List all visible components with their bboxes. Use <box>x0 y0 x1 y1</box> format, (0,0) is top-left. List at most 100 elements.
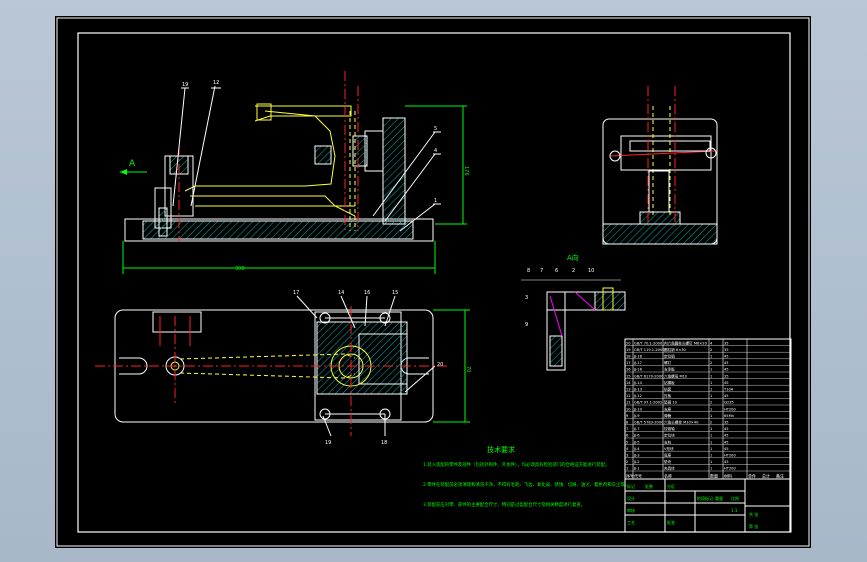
bom-cell: JJ-2 <box>633 460 640 464</box>
balloon-front-3: 5 <box>434 126 437 132</box>
bom-cell: 1 <box>710 394 712 398</box>
bom-cell: HT200 <box>724 407 736 411</box>
balloon-side-3: 6 <box>555 268 558 274</box>
bom-header-cell: 代号 <box>634 473 642 479</box>
balloon-side-1: 8 <box>527 268 530 274</box>
tech-title: 技术要求 <box>487 445 515 454</box>
bom-cell: 弹簧 <box>664 413 672 418</box>
bom-cell: T10A <box>723 388 734 392</box>
balloon-top-2: 14 <box>338 290 344 296</box>
bom-cell: 钻套 <box>664 387 672 392</box>
bom-cell: 支承板 <box>664 367 675 372</box>
bom-header-cell: 材料 <box>724 473 732 479</box>
bom-cell: 夹具体 <box>664 466 675 471</box>
bom-cell: JJ-14 <box>633 381 643 385</box>
bom-cell: 45 <box>724 447 729 451</box>
bom-cell: 10 <box>626 407 631 411</box>
bom-cell: JJ-1 <box>633 467 640 471</box>
bom-cell: JJ-12 <box>633 394 642 398</box>
bom-table: 20 GB/T 70.1-2000 内六角圆柱头螺钉 M6×20 4 3519 GB/T … <box>624 338 792 480</box>
top-view <box>95 295 470 437</box>
title-block-cell: 阶段标记 <box>697 495 713 501</box>
view-a <box>521 279 626 371</box>
bom-cell: 垫块 <box>664 459 672 464</box>
balloon-top-3: 16 <box>364 290 370 296</box>
tech-line-2: 2.零件在装配前必须清理和清洗干净，不得有毛刺、飞边、氧化皮、锈蚀、切屑、油污、… <box>423 481 629 488</box>
bom-cell: 圆柱销 6×30 <box>664 347 687 352</box>
drawing-sheet: A 390 176 19 12 5 4 1 A向 8 7 6 2 10 3 9 <box>56 17 810 547</box>
title-block: 标记 处数 分区设计审核工艺 批准 阶段标记 重量 比例 1:1 共 张第 张 <box>624 478 792 533</box>
view-a-title: A向 <box>567 253 579 262</box>
bom-cell: 14 <box>626 381 631 385</box>
bom-cell: 11 <box>626 401 631 405</box>
bom-cell: 45 <box>724 361 729 365</box>
bom-cell: 1 <box>710 447 712 451</box>
bom-cell: 35 <box>724 374 729 378</box>
title-block-cell: 比例 <box>731 495 739 501</box>
bom-header-cell: 单件 <box>748 473 756 479</box>
title-block-cell: 设计 <box>627 495 635 501</box>
bom-cell: 1 <box>626 467 628 471</box>
bom-cell: JJ-7 <box>633 427 640 431</box>
cad-viewport[interactable]: A 390 176 19 12 5 4 1 A向 8 7 6 2 10 3 9 <box>55 16 811 548</box>
bom-cell: JJ-17 <box>633 361 642 365</box>
balloon-side-4: 2 <box>572 268 575 274</box>
bom-cell: 45 <box>724 381 729 385</box>
balloon-side-7: 9 <box>525 322 528 328</box>
bom-cell: 19 <box>626 348 631 352</box>
title-block-cell: 1:1 <box>731 508 738 513</box>
bom-cell: 钻模板 <box>664 380 675 385</box>
bom-cell: GB/T 6170-2000 <box>634 374 664 378</box>
bom-header-cell: 名称 <box>664 473 672 479</box>
bom-cell: 9 <box>626 414 629 418</box>
bom-header-cell: 备注 <box>776 473 784 479</box>
side-view <box>602 86 718 245</box>
bom-cell: 铰链轴 <box>664 426 675 431</box>
bom-cell: 内六角圆柱头螺钉 M6×20 <box>664 340 708 345</box>
bom-cell: 1 <box>710 454 712 458</box>
bom-cell: Q235 <box>724 401 734 405</box>
bom-cell: 20 <box>626 341 631 345</box>
balloon-side-5: 10 <box>588 268 594 274</box>
bom-cell: 45 <box>724 427 729 431</box>
bom-cell: JJ-10 <box>633 407 643 411</box>
bom-cell: V形块 <box>664 446 674 451</box>
bom-header-cell: 数量 <box>710 473 718 479</box>
bom-cell: 45 <box>724 460 729 464</box>
bom-cell: 压板 <box>664 393 672 398</box>
bom-cell: JJ-5 <box>633 440 640 444</box>
bom-cell: 底座 <box>664 453 672 458</box>
tech-line-3: 3.装配前应对零、部件的主要配合尺寸，特别是过盈配合尺寸及相关精度进行复查。 <box>423 501 585 508</box>
bom-cell: 45 <box>724 368 729 372</box>
bom-cell: HT200 <box>724 454 736 458</box>
bom-cell: 13 <box>626 388 631 392</box>
bom-cell: 2 <box>710 361 712 365</box>
balloon-top-4: 15 <box>392 290 398 296</box>
bom-cell: 45 <box>724 394 729 398</box>
bom-header-cell: 总计 <box>762 473 770 479</box>
bom-cell: 1 <box>710 388 712 392</box>
bom-cell: JJ-4 <box>633 447 640 451</box>
front-view <box>120 71 467 274</box>
bom-cell: GB/T 5783-2000 <box>634 421 664 425</box>
bom-cell: 定位块 <box>664 433 675 438</box>
bom-cell: 8 <box>626 421 629 425</box>
bom-cell: 1 <box>710 368 712 372</box>
view-label-a: A <box>129 159 136 169</box>
bom-cell: 4 <box>710 341 713 345</box>
dim-width: 70 <box>465 366 471 372</box>
title-block-cell: 工艺 <box>627 520 635 525</box>
title-block-cell: 审核 <box>627 507 635 513</box>
bom-cell: 2 <box>710 348 712 352</box>
bom-cell: 2 <box>710 401 712 405</box>
bom-cell: 35 <box>724 348 729 352</box>
bom-cell: 定位销 <box>664 354 675 359</box>
bom-cell: 1 <box>710 381 712 385</box>
bom-cell: 15 <box>626 374 631 378</box>
bom-cell: HT200 <box>724 467 736 471</box>
bom-cell: 螺钉 <box>664 360 672 365</box>
bom-cell: 17 <box>626 361 631 365</box>
bom-cell: 支柱 <box>664 439 672 444</box>
bom-cell: 45 <box>724 434 729 438</box>
dim-length: 390 <box>235 266 245 272</box>
